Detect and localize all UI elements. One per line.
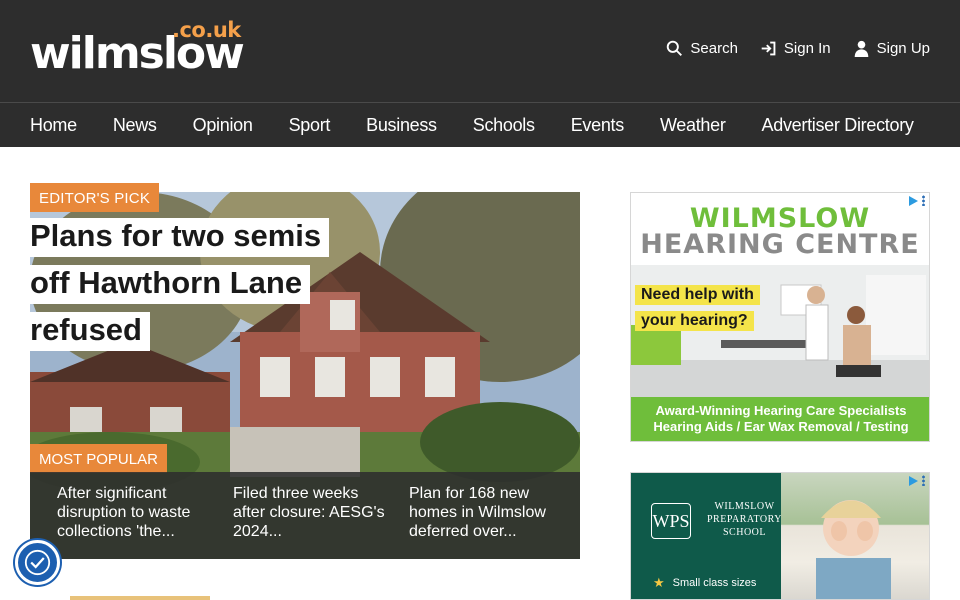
nav-item-home[interactable]: Home — [30, 115, 77, 136]
adchoices-icon[interactable] — [909, 475, 925, 486]
ad-clinic-photo: Need help with your hearing? — [631, 265, 929, 397]
school-name-line3: SCHOOL — [722, 527, 766, 538]
popular-item[interactable]: After significant disruption to waste co… — [57, 484, 212, 541]
sign-up-button[interactable]: Sign Up — [853, 40, 930, 57]
account-actions: Search Sign In Sign Up — [666, 40, 930, 57]
popular-item[interactable]: Filed three weeks after closure: AESG's … — [233, 484, 388, 541]
sign-up-label: Sign Up — [876, 40, 930, 57]
ad-footer: Award-Winning Hearing Care Specialists H… — [631, 397, 929, 441]
school-name-line2: PREPARATORY — [707, 514, 782, 525]
nav-item-news[interactable]: News — [113, 115, 157, 136]
hearing-centre-ad[interactable]: WILMSLOW HEARING CENTRE Need help with y… — [630, 192, 930, 442]
ad-bullet-text: Small class sizes — [672, 577, 757, 589]
user-icon — [854, 40, 868, 57]
nav-item-opinion[interactable]: Opinion — [193, 115, 253, 136]
main-nav: Home News Opinion Sport Business Schools… — [0, 102, 960, 147]
most-popular-list: After significant disruption to waste co… — [30, 472, 580, 559]
sign-in-icon — [761, 41, 776, 56]
ad-help-line2: your hearing? — [635, 311, 754, 331]
sign-in-button[interactable]: Sign In — [760, 40, 831, 57]
search-icon — [667, 40, 683, 56]
ad-green-panel: WPS WILMSLOW PREPARATORY SCHOOL ★ Small … — [631, 473, 782, 599]
nav-item-schools[interactable]: Schools — [473, 115, 535, 136]
popular-item[interactable]: Plan for 168 new homes in Wilmslow defer… — [409, 484, 564, 541]
nav-item-advertiser-directory[interactable]: Advertiser Directory — [762, 115, 914, 136]
prep-school-ad[interactable]: WPS WILMSLOW PREPARATORY SCHOOL ★ Small … — [630, 472, 930, 600]
search-button[interactable]: Search — [666, 40, 738, 57]
ad-footer-line2: Hearing Aids / Ear Wax Removal / Testing — [653, 419, 909, 434]
featured-headline-text: Plans for two semis off Hawthorn Lane re… — [30, 218, 330, 351]
logo-tld: .co.uk — [172, 18, 241, 42]
star-icon: ★ — [653, 575, 665, 590]
site-logo[interactable]: wilmslow .co.uk — [30, 18, 245, 78]
next-article-peek — [70, 596, 210, 600]
accessibility-icon — [24, 549, 51, 576]
child-scene — [816, 500, 891, 599]
ad-footer-line1: Award-Winning Hearing Care Specialists — [655, 403, 907, 418]
site-header: wilmslow .co.uk Search Sign In Sign Up — [0, 0, 960, 102]
editors-pick-badge: EDITOR'S PICK — [30, 183, 160, 212]
school-crest-icon: WPS — [651, 503, 691, 539]
sign-in-label: Sign In — [783, 40, 831, 57]
nav-item-business[interactable]: Business — [366, 115, 437, 136]
nav-item-weather[interactable]: Weather — [660, 115, 726, 136]
school-name-line1: WILMSLOW — [714, 501, 775, 512]
ad-bullet: ★ Small class sizes — [653, 575, 756, 591]
nav-item-events[interactable]: Events — [571, 115, 625, 136]
accessibility-button[interactable] — [15, 540, 60, 585]
ad-help-line1: Need help with — [635, 285, 760, 305]
child-photo — [781, 473, 929, 599]
school-name: WILMSLOW PREPARATORY SCHOOL — [707, 500, 782, 539]
adchoices-icon[interactable] — [909, 195, 925, 206]
featured-headline[interactable]: Plans for two semis off Hawthorn Lane re… — [30, 212, 330, 353]
most-popular-badge: MOST POPULAR — [30, 444, 167, 473]
search-label: Search — [690, 40, 738, 57]
nav-item-sport[interactable]: Sport — [289, 115, 331, 136]
ad-title-line2: HEARING CENTRE — [640, 229, 920, 260]
